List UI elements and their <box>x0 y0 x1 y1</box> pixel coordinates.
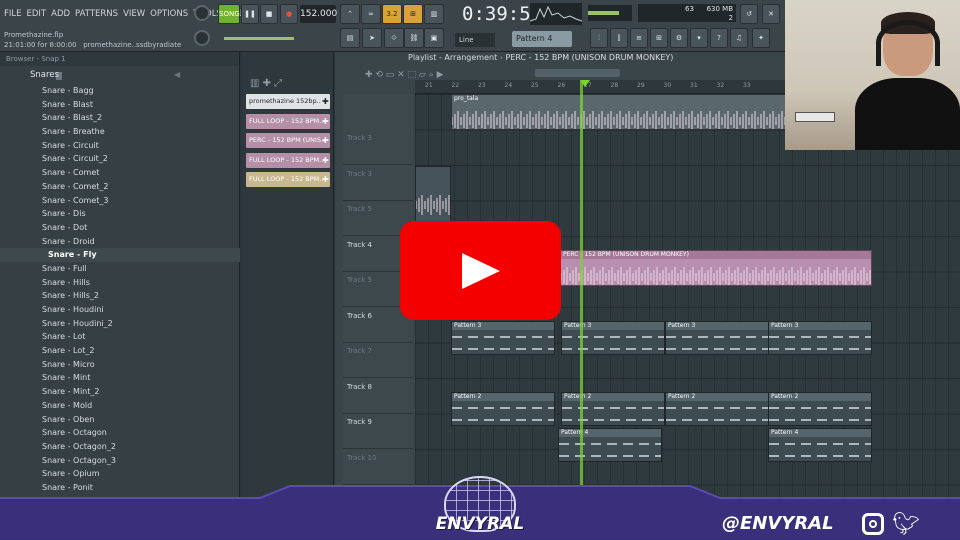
play-icon <box>462 253 500 289</box>
clip-label: Pattern 3 <box>452 322 554 330</box>
brand-text: ENVYRAL <box>435 514 525 534</box>
clip-label: Pattern 2 <box>562 393 664 401</box>
youtube-play-button[interactable] <box>400 221 561 320</box>
perc-clip[interactable]: PERC - 152 BPM (UNISON DRUM MONKEY) <box>560 250 872 286</box>
clip-label: Pattern 3 <box>769 322 871 330</box>
pattern-clip[interactable]: Pattern 3 <box>451 321 555 355</box>
headphones-icon <box>876 20 940 66</box>
instagram-icon[interactable] <box>862 513 884 535</box>
pattern-clip[interactable]: Pattern 2 <box>451 392 555 426</box>
pattern-clip[interactable]: Pattern 3 <box>561 321 665 355</box>
audio-clip[interactable] <box>415 166 451 226</box>
pattern-clip[interactable]: Pattern 2 <box>561 392 665 426</box>
clip-label: Pattern 2 <box>666 393 768 401</box>
clip-label: Pattern 3 <box>562 322 664 330</box>
twitter-icon[interactable]: 🐦︎ <box>892 512 920 537</box>
pattern-clip[interactable]: Pattern 3 <box>768 321 872 355</box>
pattern-clip[interactable]: Pattern 3 <box>665 321 769 355</box>
clip-label: Pattern 2 <box>452 393 554 401</box>
clip-label: Pattern 4 <box>559 429 661 437</box>
pattern-clip[interactable]: Pattern 2 <box>768 392 872 426</box>
person-body <box>855 78 960 150</box>
clip-label: Pattern 3 <box>666 322 768 330</box>
pattern-clip[interactable]: Pattern 2 <box>665 392 769 426</box>
social-handle: @ENVYRAL <box>722 513 834 534</box>
pattern-clip[interactable]: Pattern 4 <box>558 428 662 462</box>
pattern-clip[interactable]: Pattern 4 <box>768 428 872 462</box>
keyboard-instrument <box>795 112 835 122</box>
playhead[interactable] <box>580 80 583 490</box>
webcam-overlay <box>785 0 960 150</box>
clip-label: Pattern 4 <box>769 429 871 437</box>
clip-label: Pattern 2 <box>769 393 871 401</box>
